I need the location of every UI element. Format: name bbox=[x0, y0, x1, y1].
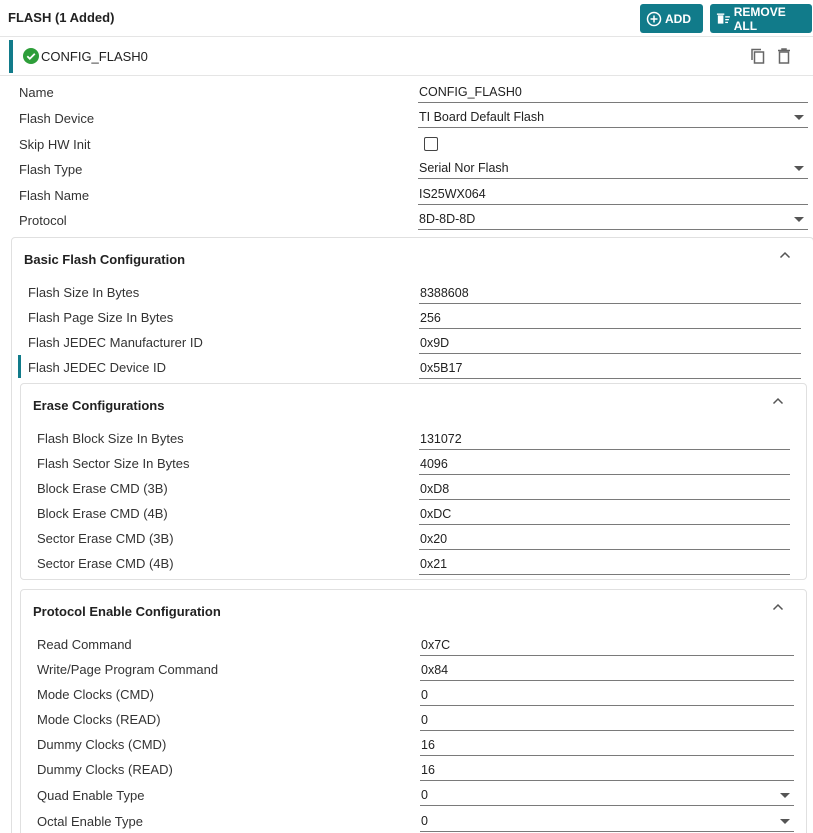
name-label: Name bbox=[19, 85, 54, 100]
panel-header: FLASH (1 Added) ADD REMOVE ALL bbox=[0, 0, 813, 36]
skip-hw-init-label: Skip HW Init bbox=[19, 137, 91, 152]
write-command-label: Write/Page Program Command bbox=[37, 662, 219, 677]
protocol-enable-config-title: Protocol Enable Configuration bbox=[33, 604, 221, 619]
mode-clocks-read-label: Mode Clocks (READ) bbox=[37, 712, 161, 727]
jedec-manufacturer-input[interactable]: 0x9D bbox=[419, 332, 801, 354]
add-button[interactable]: ADD bbox=[640, 4, 703, 33]
config-instance-name: CONFIG_FLASH0 bbox=[41, 49, 148, 64]
flash-type-select[interactable]: Serial Nor Flash bbox=[418, 157, 808, 179]
block-erase-3b-label: Block Erase CMD (3B) bbox=[37, 481, 168, 496]
jedec-manufacturer-label: Flash JEDEC Manufacturer ID bbox=[28, 335, 203, 350]
sector-erase-3b-label: Sector Erase CMD (3B) bbox=[37, 531, 174, 546]
remove-all-button-label: REMOVE ALL bbox=[733, 4, 786, 33]
flash-device-label: Flash Device bbox=[19, 111, 95, 126]
sector-size-input[interactable]: 4096 bbox=[419, 453, 790, 475]
erase-config-title: Erase Configurations bbox=[33, 398, 165, 413]
block-erase-3b-input[interactable]: 0xD8 bbox=[419, 478, 790, 500]
octal-enable-type-value: 0 bbox=[421, 814, 428, 828]
dummy-clocks-cmd-input[interactable]: 16 bbox=[420, 734, 794, 756]
block-erase-4b-label: Block Erase CMD (4B) bbox=[37, 506, 168, 521]
chevron-up-icon[interactable] bbox=[779, 250, 791, 260]
config-instance-row[interactable]: CONFIG_FLASH0 bbox=[0, 36, 813, 76]
sector-erase-4b-input[interactable]: 0x21 bbox=[419, 553, 790, 575]
dropdown-arrow-icon bbox=[780, 793, 790, 798]
jedec-device-label: Flash JEDEC Device ID bbox=[28, 360, 166, 375]
mode-clocks-cmd-input[interactable]: 0 bbox=[420, 684, 794, 706]
remove-all-button[interactable]: REMOVE ALL bbox=[710, 4, 812, 33]
check-circle-icon bbox=[23, 48, 39, 64]
block-size-input[interactable]: 131072 bbox=[419, 428, 790, 450]
flash-size-input[interactable]: 8388608 bbox=[419, 282, 801, 304]
flash-device-value: TI Board Default Flash bbox=[419, 110, 545, 124]
octal-enable-type-select[interactable]: 0 bbox=[420, 810, 794, 832]
focus-accent-bar bbox=[18, 355, 21, 378]
protocol-label: Protocol bbox=[19, 213, 67, 228]
flash-name-input[interactable]: IS25WX064 bbox=[418, 183, 808, 205]
quad-enable-type-label: Quad Enable Type bbox=[37, 788, 145, 803]
sector-erase-4b-label: Sector Erase CMD (4B) bbox=[37, 556, 174, 571]
page-size-label: Flash Page Size In Bytes bbox=[28, 310, 174, 325]
delete-sweep-icon bbox=[716, 12, 730, 24]
block-erase-4b-input[interactable]: 0xDC bbox=[419, 503, 790, 525]
dummy-clocks-cmd-label: Dummy Clocks (CMD) bbox=[37, 737, 167, 752]
sector-size-label: Flash Sector Size In Bytes bbox=[37, 456, 190, 471]
skip-hw-init-checkbox[interactable] bbox=[424, 137, 438, 151]
flash-size-label: Flash Size In Bytes bbox=[28, 285, 140, 300]
basic-flash-config-title: Basic Flash Configuration bbox=[24, 252, 186, 267]
quad-enable-type-value: 0 bbox=[421, 788, 428, 802]
quad-enable-type-select[interactable]: 0 bbox=[420, 784, 794, 806]
flash-device-select[interactable]: TI Board Default Flash bbox=[418, 106, 808, 128]
name-input[interactable]: CONFIG_FLASH0 bbox=[418, 81, 808, 103]
selected-accent-bar bbox=[9, 40, 13, 73]
sector-erase-3b-input[interactable]: 0x20 bbox=[419, 528, 790, 550]
read-command-label: Read Command bbox=[37, 637, 132, 652]
add-button-label: ADD bbox=[665, 11, 691, 26]
mode-clocks-read-input[interactable]: 0 bbox=[420, 709, 794, 731]
dropdown-arrow-icon bbox=[794, 115, 804, 120]
write-command-input[interactable]: 0x84 bbox=[420, 659, 794, 681]
protocol-value: 8D-8D-8D bbox=[419, 212, 476, 226]
read-command-input[interactable]: 0x7C bbox=[420, 634, 794, 656]
flash-type-value: Serial Nor Flash bbox=[419, 161, 509, 175]
delete-icon[interactable] bbox=[776, 47, 792, 65]
flash-name-label: Flash Name bbox=[19, 188, 90, 203]
page-size-input[interactable]: 256 bbox=[419, 307, 801, 329]
chevron-up-icon[interactable] bbox=[772, 602, 784, 612]
dropdown-arrow-icon bbox=[794, 217, 804, 222]
dummy-clocks-read-input[interactable]: 16 bbox=[420, 759, 794, 781]
dropdown-arrow-icon bbox=[794, 166, 804, 171]
page-title: FLASH (1 Added) bbox=[8, 10, 115, 25]
add-circle-icon bbox=[646, 11, 662, 26]
dropdown-arrow-icon bbox=[780, 819, 790, 824]
chevron-up-icon[interactable] bbox=[772, 396, 784, 406]
jedec-device-input[interactable]: 0x5B17 bbox=[419, 357, 801, 379]
flash-type-label: Flash Type bbox=[19, 162, 83, 177]
block-size-label: Flash Block Size In Bytes bbox=[37, 431, 184, 446]
dummy-clocks-read-label: Dummy Clocks (READ) bbox=[37, 762, 173, 777]
copy-icon[interactable] bbox=[749, 47, 767, 65]
octal-enable-type-label: Octal Enable Type bbox=[37, 814, 143, 829]
mode-clocks-cmd-label: Mode Clocks (CMD) bbox=[37, 687, 155, 702]
protocol-select[interactable]: 8D-8D-8D bbox=[418, 208, 808, 230]
